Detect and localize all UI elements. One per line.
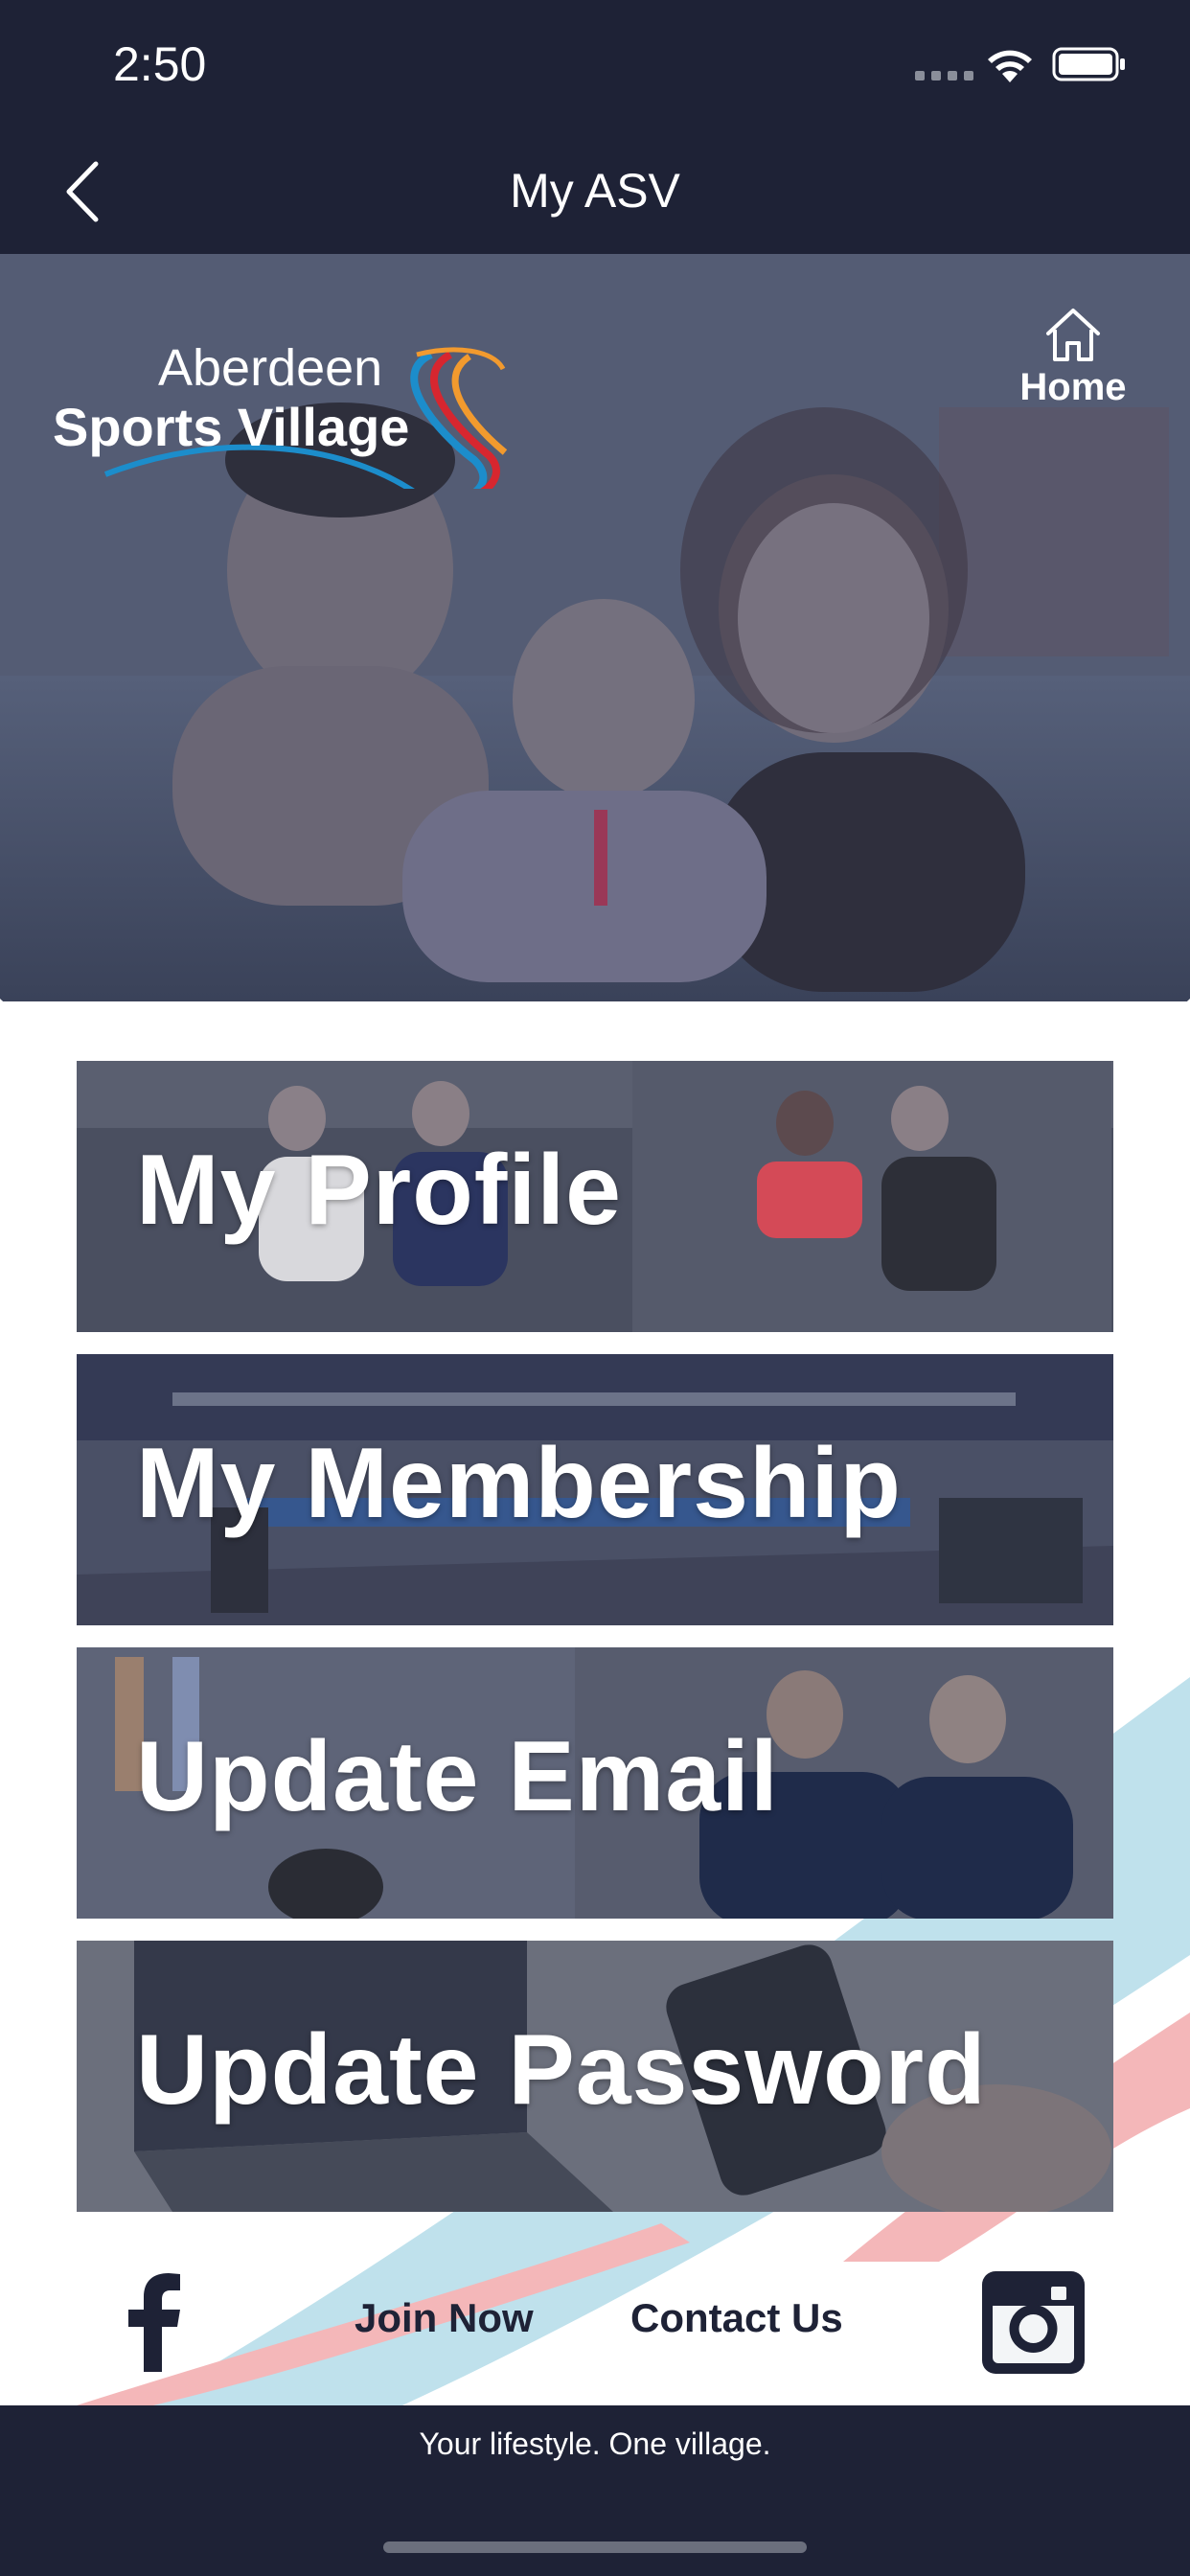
update-email-label: Update Email (136, 1721, 779, 1832)
update-email-tile[interactable]: Update Email (77, 1647, 1113, 1919)
home-indicator[interactable] (383, 2542, 807, 2553)
hero-banner: Aberdeen Sports Village Home (0, 254, 1190, 1001)
my-profile-tile[interactable]: My Profile (77, 1061, 1113, 1332)
logo-line-2: Sports Village (53, 397, 410, 457)
battery-icon (1052, 47, 1125, 81)
my-membership-label: My Membership (136, 1428, 902, 1539)
nav-bar: My ASV (0, 134, 1190, 254)
join-now-link[interactable]: Join Now (355, 2295, 534, 2341)
facebook-icon[interactable] (115, 2271, 194, 2372)
asv-logo: Aberdeen Sports Village (53, 297, 513, 489)
home-label: Home (1019, 366, 1127, 408)
home-button[interactable]: Home (1006, 307, 1140, 422)
update-password-label: Update Password (136, 2014, 987, 2126)
home-icon (1046, 309, 1100, 361)
page-title: My ASV (510, 164, 680, 218)
status-bar: 2:50 (0, 0, 1190, 134)
update-password-tile[interactable]: Update Password (77, 1941, 1113, 2212)
wifi-icon (988, 50, 1032, 82)
tagline: Your lifestyle. One village. (419, 2426, 771, 2461)
instagram-icon[interactable] (982, 2271, 1085, 2374)
my-membership-tile[interactable]: My Membership (77, 1354, 1113, 1625)
status-time: 2:50 (113, 37, 207, 91)
logo-line-1: Aberdeen (158, 339, 383, 397)
contact-us-link[interactable]: Contact Us (630, 2295, 843, 2341)
my-profile-label: My Profile (136, 1135, 622, 1246)
footer-bar: Your lifestyle. One village. (0, 2405, 1190, 2576)
signal-icon (915, 71, 973, 80)
